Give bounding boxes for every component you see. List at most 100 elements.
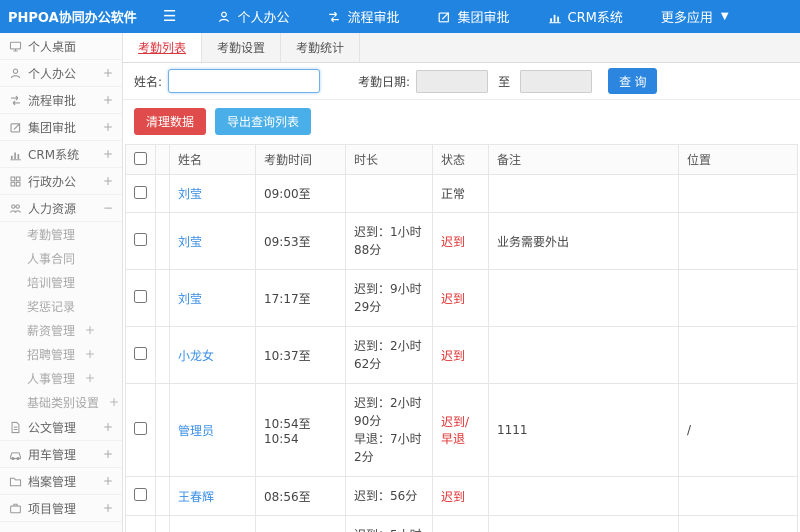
location-cell: / <box>678 383 798 477</box>
expander-cell <box>155 476 170 516</box>
expand-toggle-icon[interactable]: + <box>103 120 113 134</box>
col-note: 备注 <box>488 144 679 175</box>
sidebar-subitem[interactable]: 培训管理 <box>0 270 122 294</box>
sidebar-item-icon <box>9 40 22 53</box>
expander-cell <box>155 383 170 477</box>
row-checkbox[interactable] <box>134 422 147 435</box>
expander-cell <box>155 326 170 384</box>
expand-toggle-icon[interactable]: + <box>103 66 113 80</box>
note-cell <box>488 326 679 384</box>
duration-cell: 迟到：56分 <box>345 476 433 516</box>
sidebar-item-icon <box>9 175 22 188</box>
expand-toggle-icon[interactable]: + <box>103 474 113 488</box>
name-filter-label: 姓名: <box>134 74 163 89</box>
nav-group-approval[interactable]: 集团审批 <box>418 0 528 33</box>
sidebar-subitem[interactable]: 薪资管理 + <box>0 318 122 342</box>
employee-name-link[interactable]: 刘莹 <box>178 235 202 249</box>
note-cell <box>488 269 679 327</box>
note-cell <box>488 476 679 516</box>
sidebar-item[interactable]: 集团审批 + <box>0 114 122 141</box>
sidebar-item[interactable]: 档案管理 + <box>0 468 122 495</box>
table-row: 刘莹 09:00至 正常 <box>125 174 798 213</box>
date-from-input[interactable] <box>416 69 489 93</box>
nav-label: 个人办公 <box>237 11 290 26</box>
tab-bar: 考勤列表 考勤设置 考勤统计 <box>123 33 800 63</box>
sidebar-item[interactable]: CRM系统 + <box>0 141 122 168</box>
row-checkbox[interactable] <box>134 488 147 501</box>
tab-attendance-list[interactable]: 考勤列表 <box>123 33 203 62</box>
sidebar-item[interactable]: 流程审批 + <box>0 87 122 114</box>
sidebar-subitem[interactable]: 人事合同 <box>0 246 122 270</box>
person-icon <box>217 10 231 24</box>
sidebar-item-label: 个人桌面 <box>28 39 77 54</box>
sidebar-item[interactable]: 人力资源 − <box>0 195 122 222</box>
sidebar-item-icon <box>9 421 22 434</box>
expand-toggle-icon[interactable]: + <box>103 147 113 161</box>
nav-workflow-approval[interactable]: 流程审批 <box>308 0 418 33</box>
sidebar-item[interactable]: 用车管理 + <box>0 441 122 468</box>
employee-name-link[interactable]: 刘莹 <box>178 292 202 306</box>
sidebar-item[interactable]: 个人桌面 <box>0 33 122 60</box>
sidebar-item[interactable]: 公文管理 + <box>0 414 122 441</box>
sidebar-item-label: 公文管理 <box>28 420 77 435</box>
topbar: PHPOA协同办公软件 ☰ 个人办公 流程审批 集团审批 CRM系统 更多应用 … <box>0 0 800 33</box>
sidebar-subitem[interactable]: 考勤管理 <box>0 222 122 246</box>
row-checkbox[interactable] <box>134 233 147 246</box>
app-logo[interactable]: PHPOA协同办公软件 <box>0 7 137 26</box>
expand-toggle-icon[interactable]: + <box>103 501 113 515</box>
expand-toggle-icon[interactable]: + <box>103 174 113 188</box>
employee-name-link[interactable]: 刘莹 <box>178 187 202 201</box>
expand-toggle-icon[interactable]: − <box>103 201 113 215</box>
expand-toggle-icon[interactable]: + <box>103 447 113 461</box>
sidebar-subitem[interactable]: 基础类别设置 + <box>0 390 122 414</box>
attendance-table: 姓名 考勤时间 时长 状态 备注 位置 刘莹 09:00至 正常 刘莹 09:5… <box>125 144 798 532</box>
tab-attendance-settings[interactable]: 考勤设置 <box>202 33 282 62</box>
row-checkbox[interactable] <box>134 347 147 360</box>
nav-personal-office[interactable]: 个人办公 <box>198 0 308 33</box>
sidebar-subitem-label: 考勤管理 <box>27 227 76 242</box>
sidebar-subitem[interactable]: 招聘管理 + <box>0 342 122 366</box>
sidebar-subitem[interactable]: 人事管理 + <box>0 366 122 390</box>
name-filter-input[interactable] <box>168 69 321 93</box>
nav-label: 集团审批 <box>457 11 510 26</box>
search-button[interactable]: 查 询 <box>608 68 658 94</box>
sidebar-item[interactable]: 行政办公 + <box>0 168 122 195</box>
col-name: 姓名 <box>169 144 256 175</box>
menu-toggle-icon[interactable]: ☰ <box>123 0 198 33</box>
expand-toggle-icon[interactable]: + <box>85 371 95 385</box>
expand-toggle-icon[interactable]: + <box>85 323 95 337</box>
nav-more-apps[interactable]: 更多应用 ▼ <box>642 0 748 33</box>
duration-cell: 迟到：5小时33分 早退：4小时67分 <box>345 515 433 532</box>
employee-name-link[interactable]: 小龙女 <box>178 349 214 363</box>
sidebar-item-label: 档案管理 <box>28 474 77 489</box>
col-duration: 时长 <box>345 144 433 175</box>
sidebar-item-icon <box>9 94 22 107</box>
note-cell: 业务需要外出 <box>488 212 679 270</box>
sidebar-item[interactable]: 个人办公 + <box>0 60 122 87</box>
expand-toggle-icon[interactable]: + <box>85 347 95 361</box>
sidebar-subitem-label: 基础类别设置 <box>27 395 100 410</box>
row-checkbox[interactable] <box>134 185 147 199</box>
expander-cell <box>155 174 170 213</box>
date-filter-label: 考勤日期: <box>358 74 411 89</box>
export-list-button[interactable]: 导出查询列表 <box>215 108 312 135</box>
nav-crm-system[interactable]: CRM系统 <box>529 0 642 33</box>
sidebar-item-icon <box>9 475 22 488</box>
table-row: 王春辉 08:56至 迟到：56分 迟到 <box>125 476 798 516</box>
expand-toggle-icon[interactable]: + <box>103 93 113 107</box>
row-checkbox[interactable] <box>134 290 147 303</box>
table-row: 小龙女 10:37至 迟到：2小时62分 迟到 <box>125 326 798 384</box>
sidebar-subitem[interactable]: 奖惩记录 <box>0 294 122 318</box>
duration-cell: 迟到：1小时88分 <box>345 212 433 270</box>
duration-cell: 迟到：2小时90分 早退：7小时2分 <box>345 383 433 477</box>
select-all-checkbox[interactable] <box>134 151 147 165</box>
expand-toggle-icon[interactable]: + <box>109 395 119 409</box>
expand-toggle-icon[interactable]: + <box>103 420 113 434</box>
employee-name-link[interactable]: 管理员 <box>178 424 214 438</box>
clean-data-button[interactable]: 清理数据 <box>134 108 207 135</box>
date-to-input[interactable] <box>520 69 593 93</box>
sidebar-item[interactable]: 项目管理 + <box>0 495 122 522</box>
employee-name-link[interactable]: 王春辉 <box>178 490 214 504</box>
tab-attendance-statistics[interactable]: 考勤统计 <box>281 33 361 62</box>
sidebar-item-icon <box>9 202 22 215</box>
